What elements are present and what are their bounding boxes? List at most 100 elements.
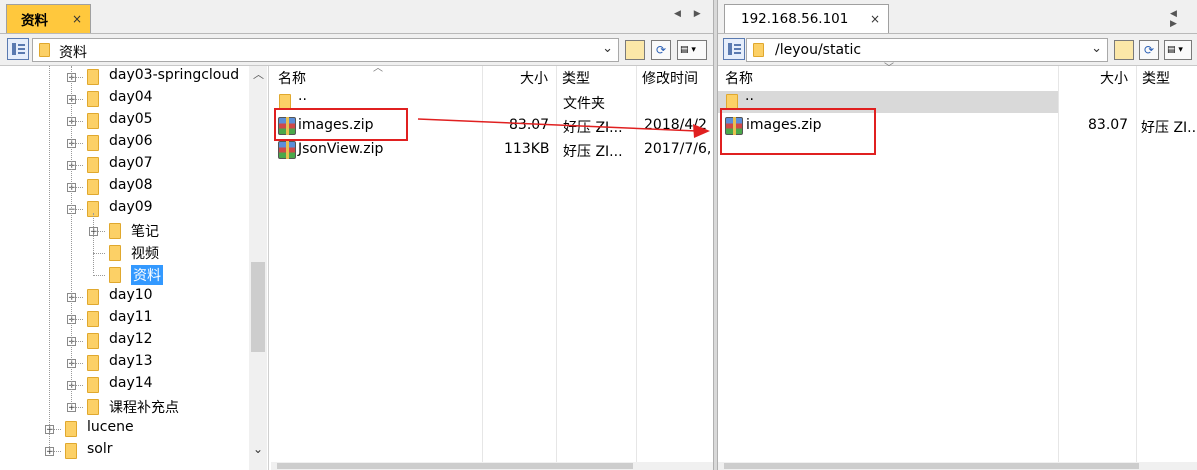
horizontal-scrollbar[interactable]	[271, 462, 713, 470]
close-icon[interactable]: ×	[72, 12, 82, 26]
tree-item-label: day08	[109, 177, 153, 193]
tab-scroll-arrows-icon[interactable]: ◀ ▶	[1170, 9, 1197, 29]
folder-icon	[87, 179, 99, 195]
tree-item-label: 课程补充点	[109, 400, 179, 416]
tree-item-label: day04	[109, 89, 153, 105]
file-name: ..	[298, 88, 307, 104]
tree-item-label: day07	[109, 155, 153, 171]
horizontal-scrollbar[interactable]	[718, 462, 1197, 470]
toggle-tree-icon[interactable]	[723, 38, 745, 60]
folder-icon	[87, 377, 99, 393]
folder-icon	[87, 355, 99, 371]
scroll-up-icon[interactable]: ︿	[253, 66, 264, 82]
tree-item-label: day06	[109, 133, 153, 149]
column-size[interactable]: 大小	[520, 68, 548, 88]
refresh-icon[interactable]: ⟳	[1139, 40, 1159, 60]
zip-icon	[278, 141, 296, 159]
tree-item-label: day10	[109, 287, 153, 303]
parent-folder-icon[interactable]	[625, 40, 645, 60]
tab-label: 192.168.56.101	[741, 11, 849, 27]
tab-remote-host[interactable]: 192.168.56.101 ×	[724, 4, 889, 33]
tree-connector	[49, 66, 50, 451]
chevron-down-icon[interactable]: ⌄	[602, 41, 613, 56]
folder-icon	[753, 43, 764, 57]
view-mode-icon[interactable]: ▤ ▾	[1164, 40, 1192, 60]
folder-icon	[87, 91, 99, 107]
file-type: 好压 ZI...	[1141, 120, 1197, 136]
h-scroll-thumb[interactable]	[277, 463, 633, 469]
file-name: ..	[745, 88, 754, 104]
refresh-icon[interactable]: ⟳	[651, 40, 671, 60]
file-name: JsonView.zip	[298, 141, 384, 157]
path-combobox[interactable]: 资料 ⌄	[32, 38, 619, 62]
highlight-box-source	[274, 108, 408, 141]
tree-item-label: day14	[109, 375, 153, 391]
tab-scroll-arrows-icon[interactable]: ◀ ▶	[674, 9, 706, 19]
folder-icon	[87, 69, 99, 85]
tree-connector	[71, 66, 72, 406]
right-toolbar: /leyou/static ⌄ ⟳ ▤ ▾	[718, 34, 1197, 66]
folder-icon	[109, 245, 121, 261]
column-type[interactable]: 类型	[1142, 68, 1170, 88]
file-size: 113KB	[504, 141, 550, 157]
file-type: 好压 ZI...	[563, 144, 623, 160]
tree-item-label: solr	[87, 441, 113, 457]
column-modified[interactable]: 修改时间	[642, 68, 698, 88]
folder-tree: + day03-springcloud + day04 + day05 + day06 + day…	[0, 66, 269, 470]
scroll-down-icon[interactable]: ⌄	[253, 442, 263, 456]
tree-item-label: day05	[109, 111, 153, 127]
left-tabbar: 资料 × ◀ ▶	[0, 0, 713, 34]
folder-icon	[109, 267, 121, 283]
file-type: 文件夹	[563, 96, 605, 112]
file-modified: 2018/4/2	[644, 117, 707, 133]
path-combobox[interactable]: /leyou/static ⌄	[746, 38, 1108, 62]
right-tabbar: 192.168.56.101 × ◀ ▶	[718, 0, 1197, 34]
tab-label: 资料	[21, 13, 48, 29]
file-modified: 2017/7/6,	[644, 141, 712, 157]
tree-item-label: 笔记	[131, 224, 159, 240]
left-toolbar: 资料 ⌄ ⟳ ▤ ▾	[0, 34, 713, 66]
folder-icon	[87, 333, 99, 349]
folder-icon	[87, 113, 99, 129]
sort-indicator-icon: ﹀	[884, 63, 894, 74]
column-name[interactable]: 名称	[725, 68, 753, 88]
h-scroll-thumb[interactable]	[724, 463, 1139, 469]
folder-icon	[65, 443, 77, 459]
folder-icon	[87, 289, 99, 305]
tree-connector	[93, 213, 94, 273]
file-row[interactable]: JsonView.zip 113KB 好压 ZI... 2017/7/6,	[271, 139, 713, 161]
column-size[interactable]: 大小	[1100, 68, 1128, 88]
folder-icon	[87, 311, 99, 327]
file-size: 83.07	[1088, 117, 1129, 133]
tree-item-label: day09	[109, 199, 153, 215]
file-list-header: 名称 ﹀ 大小 类型	[718, 63, 1197, 88]
left-pane: 资料 × ◀ ▶ 资料 ⌄ ⟳ ▤ ▾ + day03-springcloud + d…	[0, 0, 713, 470]
highlight-box-destination	[720, 108, 876, 155]
tree-item-label: 视频	[131, 246, 159, 262]
path-text: /leyou/static	[775, 42, 862, 58]
tree-item-label: day11	[109, 309, 153, 325]
column-type[interactable]: 类型	[562, 68, 590, 88]
folder-icon	[87, 135, 99, 151]
tree-item-label: day13	[109, 353, 153, 369]
folder-icon	[39, 43, 50, 57]
close-icon[interactable]: ×	[870, 12, 880, 26]
tree-scroll-thumb[interactable]	[251, 262, 265, 352]
chevron-down-icon[interactable]: ⌄	[1091, 41, 1102, 56]
folder-icon	[87, 399, 99, 415]
right-pane: 192.168.56.101 × ◀ ▶ /leyou/static ⌄ ⟳ ▤…	[718, 0, 1197, 470]
tree-scrollbar[interactable]: ︿ ⌄	[249, 66, 267, 470]
view-mode-icon[interactable]: ▤ ▾	[677, 40, 707, 60]
parent-folder-icon[interactable]	[1114, 40, 1134, 60]
tree-connector	[93, 275, 105, 276]
tree-item-label: 资料	[131, 265, 163, 285]
folder-icon	[65, 421, 77, 437]
folder-icon	[87, 157, 99, 173]
column-name[interactable]: 名称	[278, 68, 306, 88]
sort-indicator-icon: ︿	[373, 63, 383, 74]
path-text: 资料	[59, 45, 87, 61]
tab-local-folder[interactable]: 资料 ×	[6, 4, 91, 33]
toggle-tree-icon[interactable]	[7, 38, 29, 60]
file-size: 83.07	[509, 117, 550, 133]
file-type: 好压 ZI...	[563, 120, 623, 136]
